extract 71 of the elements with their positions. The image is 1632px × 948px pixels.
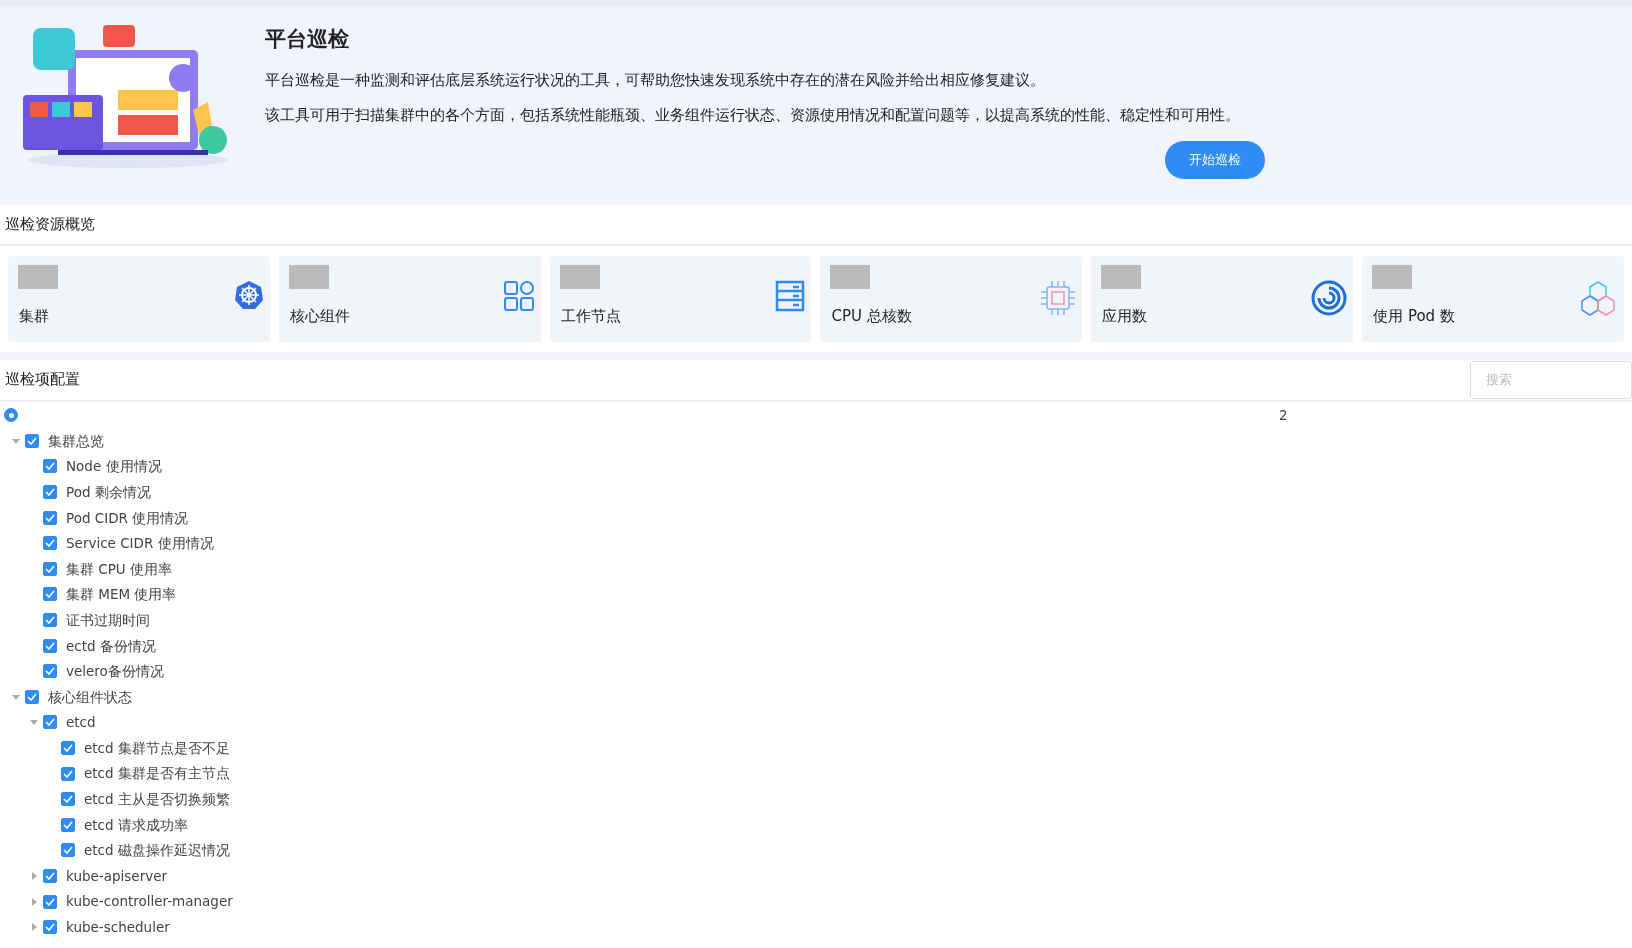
- tree-item-label: etcd 集群节点是否不足: [84, 738, 230, 758]
- caret-down-icon[interactable]: [12, 436, 20, 445]
- tree-item-label: Pod 剩余情况: [66, 482, 151, 502]
- tree-item-label: kube-apiserver: [66, 866, 168, 886]
- tree-item-label: Node 使用情况: [66, 457, 162, 477]
- tree-item-label: kube-controller-manager: [66, 892, 233, 912]
- redaction-block: [830, 264, 871, 289]
- tree-item-label: 证书过期时间: [66, 610, 150, 630]
- checkbox[interactable]: [43, 613, 57, 628]
- checkbox[interactable]: [43, 638, 57, 653]
- server-icon: [775, 279, 806, 312]
- checkbox[interactable]: [43, 664, 57, 679]
- tree-item-label: etcd 集群是否有主节点: [84, 764, 230, 784]
- checkbox[interactable]: [43, 459, 57, 474]
- checkbox[interactable]: [25, 433, 39, 448]
- tree-item-label: kube-scheduler: [66, 918, 170, 938]
- checkbox[interactable]: [43, 894, 57, 909]
- section-title: 巡检项配置: [4, 369, 80, 391]
- tree-item-label: velero备份情况: [66, 662, 164, 682]
- radio-button[interactable]: [4, 408, 18, 423]
- caret-down-icon[interactable]: [30, 718, 38, 727]
- card-label: 工作节点: [560, 306, 621, 327]
- search-field[interactable]: 搜索: [1470, 360, 1632, 399]
- start-inspection-button[interactable]: 开始巡检: [1165, 141, 1265, 179]
- checkbox[interactable]: [61, 741, 75, 755]
- caret-right-icon[interactable]: [30, 923, 38, 932]
- redaction-block: [559, 264, 600, 289]
- checkbox[interactable]: [61, 792, 75, 807]
- wheel-icon: [233, 279, 264, 310]
- checkbox[interactable]: [43, 869, 57, 883]
- tree-item-label: 集群 CPU 使用率: [66, 559, 173, 579]
- redaction-block: [18, 264, 58, 289]
- checkbox[interactable]: [43, 920, 57, 935]
- caret-down-icon[interactable]: [12, 692, 20, 701]
- tree-item-label: etcd: [66, 713, 96, 733]
- caret-right-icon[interactable]: [30, 897, 38, 906]
- card-label: CPU 总核数: [831, 306, 912, 327]
- redaction-block: [288, 264, 329, 289]
- tree-item-label: etcd 请求成功率: [84, 815, 188, 835]
- redaction-block: [1101, 264, 1142, 289]
- spiral-icon: [1311, 279, 1348, 316]
- checkbox[interactable]: [43, 561, 57, 576]
- card-label: 集群: [19, 306, 49, 327]
- checkbox[interactable]: [43, 485, 57, 500]
- checkbox[interactable]: [43, 510, 57, 525]
- checkbox[interactable]: [61, 843, 75, 858]
- checkbox[interactable]: [43, 536, 57, 551]
- redaction-block: [1372, 264, 1413, 289]
- tree-item-label: etcd 主从是否切换频繁: [84, 790, 230, 810]
- card-label: 使用 Pod 数: [1373, 306, 1455, 327]
- grid-icon: [502, 279, 535, 312]
- page-title: 平台巡检: [265, 26, 350, 53]
- tree-item-label: Pod CIDR 使用情况: [66, 508, 189, 528]
- tree-item-label: etcd 磁盘操作延迟情况: [84, 841, 230, 861]
- tree-item-label: 核心组件状态: [48, 687, 132, 707]
- chip-icon: [1040, 279, 1077, 316]
- tree-item-label: ectd 备份情况: [66, 636, 156, 656]
- tree-item-label: 集群 MEM 使用率: [66, 585, 177, 605]
- tree-item-label: Service CIDR 使用情况: [66, 534, 214, 554]
- checkbox[interactable]: [25, 689, 39, 704]
- checkbox[interactable]: [61, 817, 75, 832]
- description-text: 该工具可用于扫描集群中的各个方面，包括系统性能瓶颈、业务组件运行状态、资源使用情况和配置问题等，以提高系统的性能、稳定性和可用性。: [265, 106, 1241, 126]
- count-text: 2: [1279, 406, 1288, 426]
- caret-right-icon[interactable]: [30, 872, 38, 880]
- checkbox[interactable]: [43, 587, 57, 602]
- checkbox[interactable]: [43, 715, 57, 730]
- card-label: 应用数: [1102, 306, 1148, 327]
- description-text: 平台巡检是一种监测和评估底层系统运行状况的工具，可帮助您快速发现系统中存在的潜在风险并给出相应修复建议。: [265, 70, 1046, 90]
- tree-item-label: 集群总览: [48, 431, 104, 451]
- card-label: 核心组件: [289, 306, 350, 327]
- checkbox[interactable]: [61, 766, 75, 781]
